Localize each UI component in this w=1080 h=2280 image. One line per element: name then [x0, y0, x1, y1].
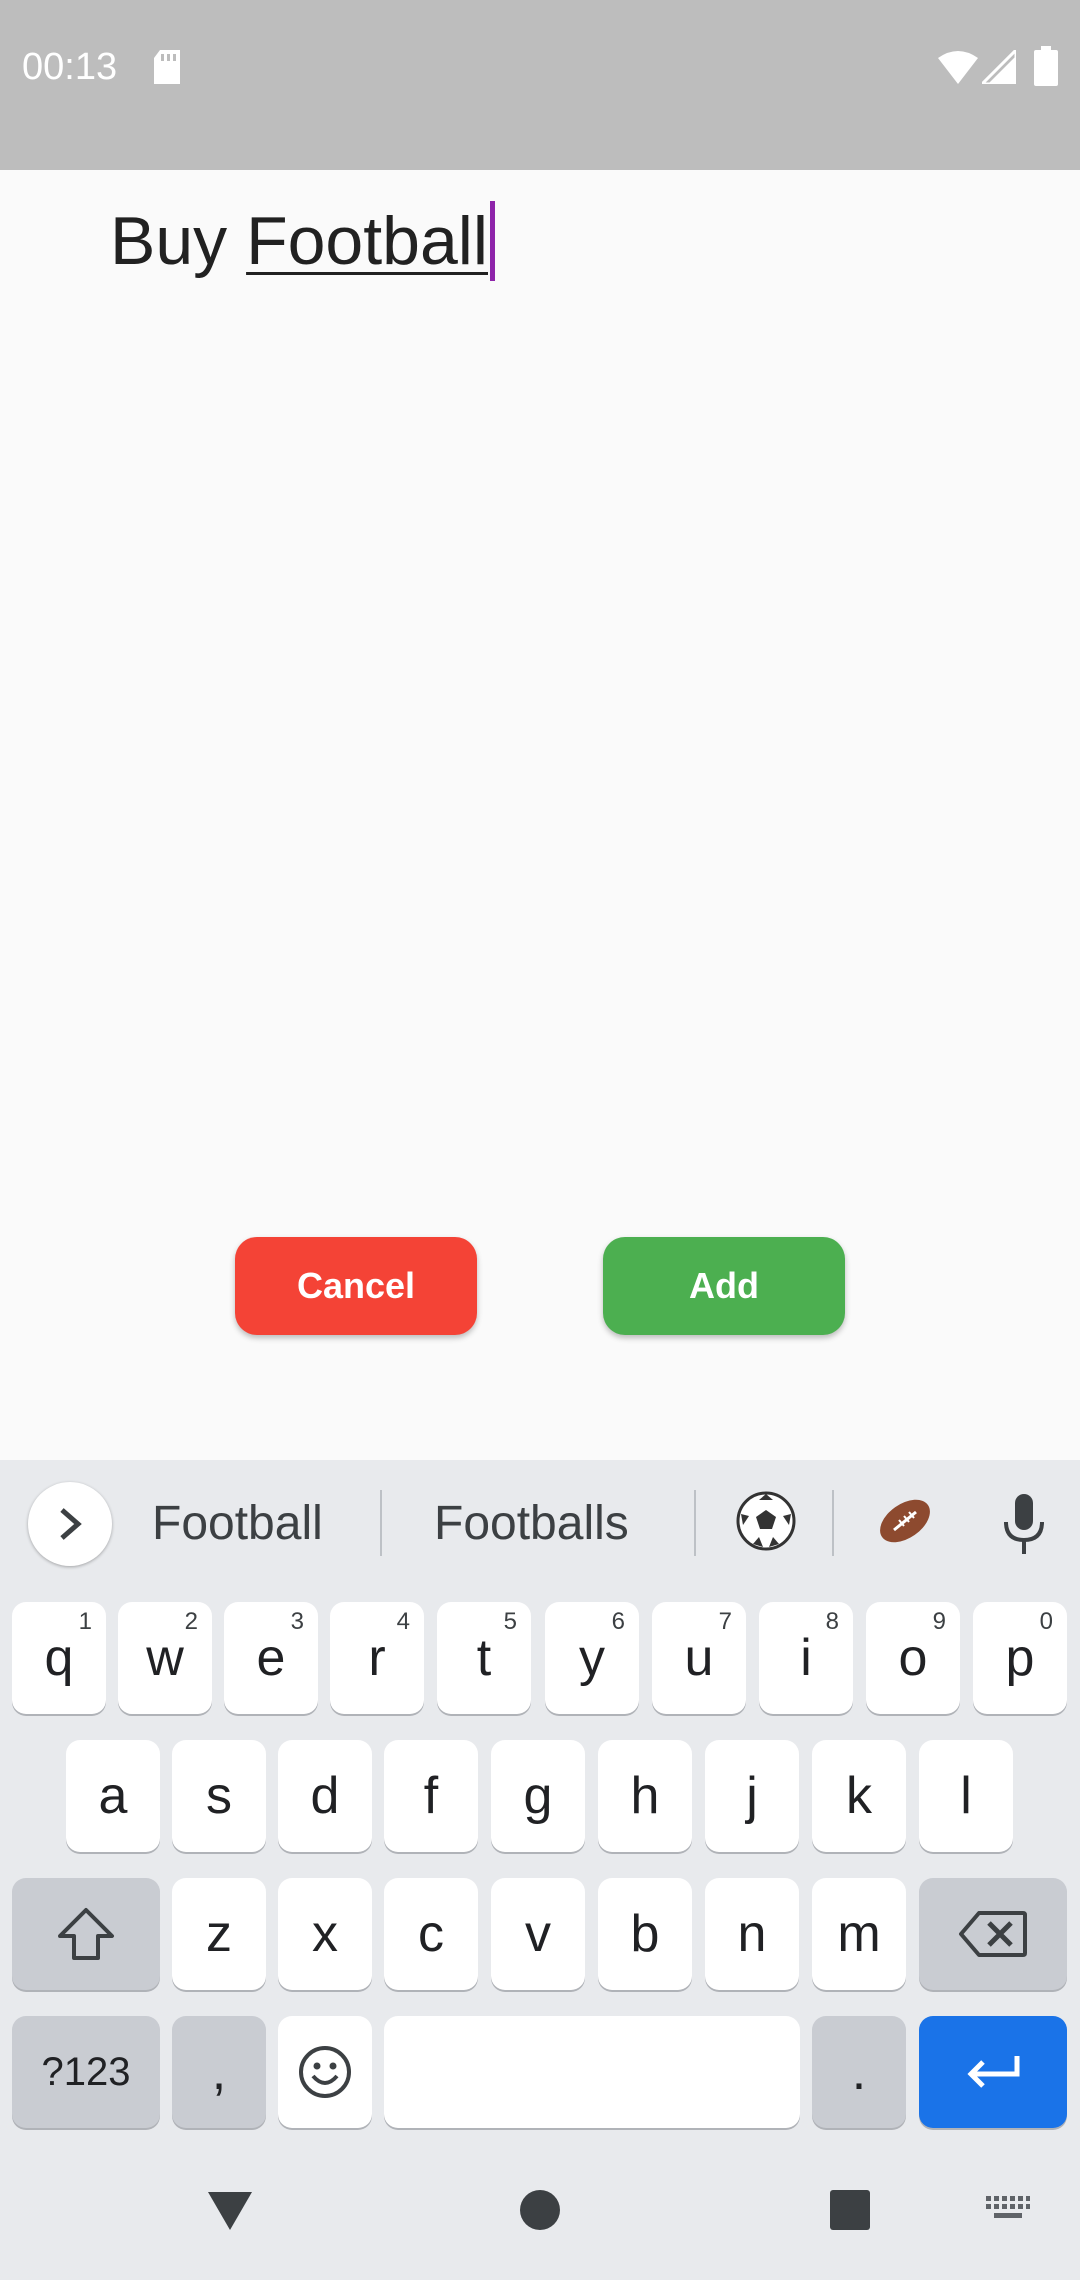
item-text-input[interactable]: Buy Football [110, 196, 495, 286]
microphone-icon[interactable] [1002, 1494, 1046, 1556]
key-label: t [476, 1629, 492, 1687]
key-p[interactable]: p0 [973, 1602, 1067, 1714]
key-d[interactable]: d [278, 1740, 372, 1852]
key-n[interactable]: n [705, 1878, 799, 1990]
key-q[interactable]: q1 [12, 1602, 106, 1714]
back-icon[interactable] [206, 2188, 254, 2232]
enter-key[interactable] [919, 2016, 1067, 2128]
key-c[interactable]: c [384, 1878, 478, 1990]
key-label: u [684, 1629, 714, 1687]
suggestion-strip: Football Footballs [0, 1460, 1080, 1588]
key-hint: 6 [611, 1608, 625, 1635]
key-t[interactable]: t5 [437, 1602, 531, 1714]
key-y[interactable]: y6 [545, 1602, 639, 1714]
key-hint: 0 [1039, 1608, 1053, 1635]
key-i[interactable]: i8 [759, 1602, 853, 1714]
sd-card-icon [154, 50, 180, 84]
key-b[interactable]: b [598, 1878, 692, 1990]
shift-arrow-icon [58, 1908, 114, 1960]
key-hint: 3 [290, 1608, 304, 1635]
period-key[interactable]: . [812, 2016, 906, 2128]
input-composing-word: Football [246, 203, 488, 279]
recents-icon[interactable] [828, 2188, 872, 2232]
key-hint: 2 [184, 1608, 198, 1635]
backspace-icon [959, 1911, 1027, 1957]
navigation-bar [0, 2180, 1080, 2280]
add-button[interactable]: Add [603, 1237, 845, 1335]
status-bar: 00:13 [0, 0, 1080, 170]
key-o[interactable]: o9 [866, 1602, 960, 1714]
soft-keyboard: Football Footballs q 1 w 2 e 3 r 4 t 5 y… [0, 1460, 1080, 2180]
space-key[interactable] [384, 2016, 800, 2128]
enter-arrow-icon [967, 2056, 1020, 2088]
wifi-icon [938, 51, 978, 84]
key-h[interactable]: h [598, 1740, 692, 1852]
key-hint: 1 [78, 1608, 92, 1635]
input-text-prefix: Buy [110, 203, 247, 279]
keyboard-switch-icon[interactable] [986, 2196, 1030, 2224]
key-hint: 9 [932, 1608, 946, 1635]
suggestion-2[interactable]: Footballs [434, 1496, 629, 1551]
backspace-key[interactable] [919, 1878, 1067, 1990]
key-r[interactable]: r4 [330, 1602, 424, 1714]
expand-toolbar-button[interactable] [28, 1482, 112, 1566]
key-l[interactable]: l [919, 1740, 1013, 1852]
key-hint: 4 [396, 1608, 410, 1635]
key-label: q [44, 1629, 74, 1687]
key-f[interactable]: f [384, 1740, 478, 1852]
suggestion-divider [694, 1490, 696, 1556]
key-label: w [146, 1629, 184, 1687]
key-s[interactable]: s [172, 1740, 266, 1852]
emoji-smiley-icon [299, 2046, 351, 2098]
key-u[interactable]: u7 [652, 1602, 746, 1714]
cancel-button[interactable]: Cancel [235, 1237, 477, 1335]
symbols-key[interactable]: ?123 [12, 2016, 160, 2128]
key-label: o [898, 1629, 928, 1687]
signal-icon [982, 50, 1016, 84]
text-caret [490, 201, 495, 281]
key-v[interactable]: v [491, 1878, 585, 1990]
key-m[interactable]: m [812, 1878, 906, 1990]
status-time: 00:13 [22, 46, 118, 88]
battery-icon [1034, 46, 1058, 86]
key-w[interactable]: w2 [118, 1602, 212, 1714]
key-label: r [368, 1629, 386, 1687]
key-z[interactable]: z [172, 1878, 266, 1990]
key-j[interactable]: j [705, 1740, 799, 1852]
key-label: i [800, 1629, 812, 1687]
key-label: p [1005, 1629, 1035, 1687]
key-hint: 7 [718, 1608, 732, 1635]
suggestion-1[interactable]: Football [152, 1496, 323, 1551]
american-football-emoji-icon[interactable] [874, 1490, 936, 1552]
chevron-right-icon [60, 1508, 82, 1540]
dialog-content: Buy Football Cancel Add [0, 170, 1080, 1460]
soccer-ball-emoji-icon[interactable] [735, 1490, 797, 1552]
key-label: y [579, 1629, 605, 1687]
suggestion-divider [832, 1490, 834, 1556]
suggestion-divider [380, 1490, 382, 1556]
key-k[interactable]: k [812, 1740, 906, 1852]
key-a[interactable]: a [66, 1740, 160, 1852]
key-label: e [256, 1629, 286, 1687]
emoji-key[interactable] [278, 2016, 372, 2128]
key-hint: 8 [825, 1608, 839, 1635]
comma-key[interactable]: , [172, 2016, 266, 2128]
home-icon[interactable] [518, 2188, 562, 2232]
key-x[interactable]: x [278, 1878, 372, 1990]
shift-key[interactable] [12, 1878, 160, 1990]
key-g[interactable]: g [491, 1740, 585, 1852]
key-e[interactable]: e3 [224, 1602, 318, 1714]
key-hint: 5 [503, 1608, 517, 1635]
